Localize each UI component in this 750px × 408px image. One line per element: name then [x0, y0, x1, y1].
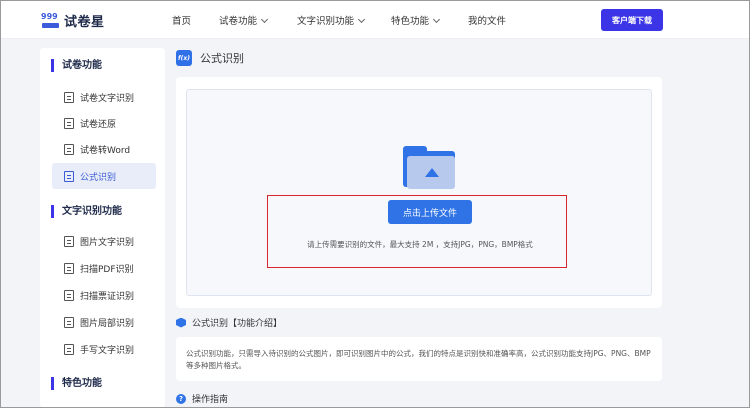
sidebar-section-special: 特色功能 — [51, 377, 102, 390]
page-header: f(x) 公式识别 — [176, 50, 244, 66]
nav-item-ocr-features[interactable]: 文字识别功能 — [297, 13, 366, 27]
folder-upload-icon — [403, 144, 455, 189]
scan-icon — [64, 262, 74, 274]
chevron-down-icon — [432, 15, 441, 24]
highlight-box — [267, 195, 567, 268]
intro-text-line: 等多种图片格式。 — [186, 361, 246, 370]
sidebar-item-label: 公式识别 — [80, 172, 117, 183]
nav-item-exam-features[interactable]: 试卷功能 — [219, 13, 269, 27]
nav-label: 首页 — [172, 16, 192, 27]
sidebar-item-formula-recognition[interactable]: 公式识别 — [52, 163, 156, 189]
document-icon — [64, 91, 74, 103]
question-icon: ? — [176, 393, 186, 404]
sidebar-item-exam-to-word[interactable]: 试卷转Word — [52, 136, 156, 162]
sidebar-item-label: 图片局部识别 — [80, 318, 135, 329]
sidebar-section-ocr: 文字识别功能 — [51, 205, 122, 218]
sidebar-item-exam-restore[interactable]: 试卷还原 — [52, 110, 156, 136]
nav-label: 试卷功能 — [219, 16, 258, 27]
nav-label: 我的文件 — [468, 16, 507, 27]
sidebar-item-label: 手写文字识别 — [80, 345, 135, 356]
ticket-icon — [64, 289, 74, 301]
chevron-down-icon — [260, 15, 269, 24]
crop-icon — [64, 316, 74, 328]
nav-item-home[interactable]: 首页 — [172, 13, 191, 27]
upload-arrow-icon — [425, 168, 439, 177]
nav-label: 特色功能 — [391, 16, 430, 27]
sidebar-item-label: 扫描票证识别 — [80, 291, 135, 302]
sidebar-section-exam: 试卷功能 — [51, 59, 102, 72]
formula-icon: f(x) — [176, 50, 192, 66]
guide-header: ? 操作指南 — [176, 392, 228, 405]
document-icon — [64, 143, 74, 155]
upload-card: 点击上传文件 请上传需要识别的文件，最大支持 2M ，支持JPG，PNG，BMP… — [176, 77, 662, 308]
intro-text-line: 公式识别功能，只需导入待识别的公式图片，即可识别图片中的公式，我们的特点是识别快… — [186, 349, 651, 358]
image-icon — [64, 235, 74, 247]
sidebar-item-label: 试卷文字识别 — [80, 93, 135, 104]
nav-item-special-features[interactable]: 特色功能 — [391, 13, 441, 27]
sidebar-item-label: 扫描PDF识别 — [80, 264, 134, 275]
guide-title: 操作指南 — [192, 395, 229, 405]
sidebar-item-exam-ocr[interactable]: 试卷文字识别 — [52, 84, 156, 110]
sidebar-item-scan-pdf[interactable]: 扫描PDF识别 — [52, 255, 156, 281]
nav-item-my-files[interactable]: 我的文件 — [468, 13, 506, 27]
sidebar-item-scan-ticket[interactable]: 扫描票证识别 — [52, 282, 156, 308]
sidebar-item-label: 试卷转Word — [80, 145, 131, 156]
hexagon-icon — [176, 317, 186, 328]
intro-header: 公式识别【功能介绍】 — [176, 316, 282, 329]
sidebar: 试卷功能 试卷文字识别 试卷还原 试卷转Word 公式识别 文字识别功能 图片文… — [40, 48, 165, 408]
sidebar-item-label: 图片文字识别 — [80, 237, 135, 248]
intro-title: 公式识别【功能介绍】 — [192, 319, 283, 329]
sidebar-item-handwriting-ocr[interactable]: 手写文字识别 — [52, 336, 156, 362]
intro-card: 公式识别功能，只需导入待识别的公式图片，即可识别图片中的公式，我们的特点是识别快… — [176, 337, 662, 381]
formula-icon — [64, 170, 74, 182]
sidebar-item-label: 试卷还原 — [80, 119, 117, 130]
document-icon — [64, 117, 74, 129]
chevron-down-icon — [357, 15, 366, 24]
handwriting-icon — [64, 343, 74, 355]
page-title: 公式识别 — [200, 52, 244, 65]
sidebar-item-image-ocr[interactable]: 图片文字识别 — [52, 228, 156, 254]
nav-label: 文字识别功能 — [297, 16, 355, 27]
sidebar-item-partial-ocr[interactable]: 图片局部识别 — [52, 309, 156, 335]
client-download-button[interactable]: 客户端下载 — [601, 9, 663, 31]
top-header: 999 试卷星 首页 试卷功能 文字识别功能 特色功能 我的文件 客户端下载 — [1, 1, 749, 39]
